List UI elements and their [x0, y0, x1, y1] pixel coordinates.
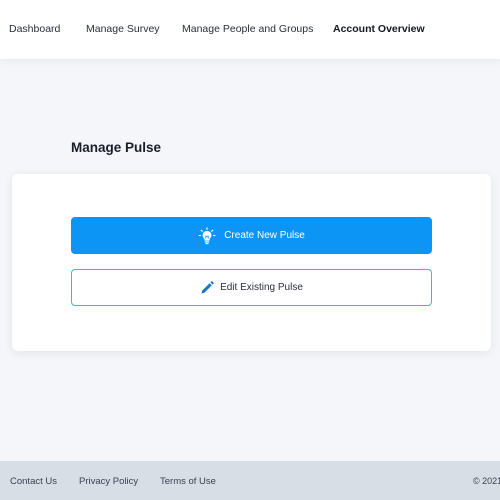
lightbulb-icon [198, 226, 216, 245]
page-title: Manage Pulse [71, 140, 162, 155]
create-new-pulse-label: Create New Pulse [224, 230, 305, 241]
footer-link-terms-of-use[interactable]: Terms of Use [160, 476, 216, 487]
footer-link-contact-us[interactable]: Contact Us [10, 476, 57, 487]
footer-link-privacy-policy[interactable]: Privacy Policy [79, 476, 138, 487]
nav-item-manage-people-and-groups[interactable]: Manage People and Groups [182, 23, 313, 35]
manage-pulse-card: Create New Pulse Edit Existing Pulse [12, 174, 491, 351]
nav-item-account-overview[interactable]: Account Overview [333, 23, 425, 35]
create-new-pulse-button[interactable]: Create New Pulse [71, 217, 432, 254]
pencil-icon [200, 280, 214, 295]
nav-item-dashboard[interactable]: Dashboard [9, 23, 60, 35]
footer: Contact Us Privacy Policy Terms of Use ©… [0, 461, 500, 500]
nav-item-manage-survey[interactable]: Manage Survey [86, 23, 160, 35]
edit-existing-pulse-button[interactable]: Edit Existing Pulse [71, 269, 432, 306]
edit-existing-pulse-label: Edit Existing Pulse [220, 282, 303, 293]
top-navigation: Dashboard Manage Survey Manage People an… [0, 0, 500, 59]
copyright-text: © 2021 [473, 476, 500, 486]
